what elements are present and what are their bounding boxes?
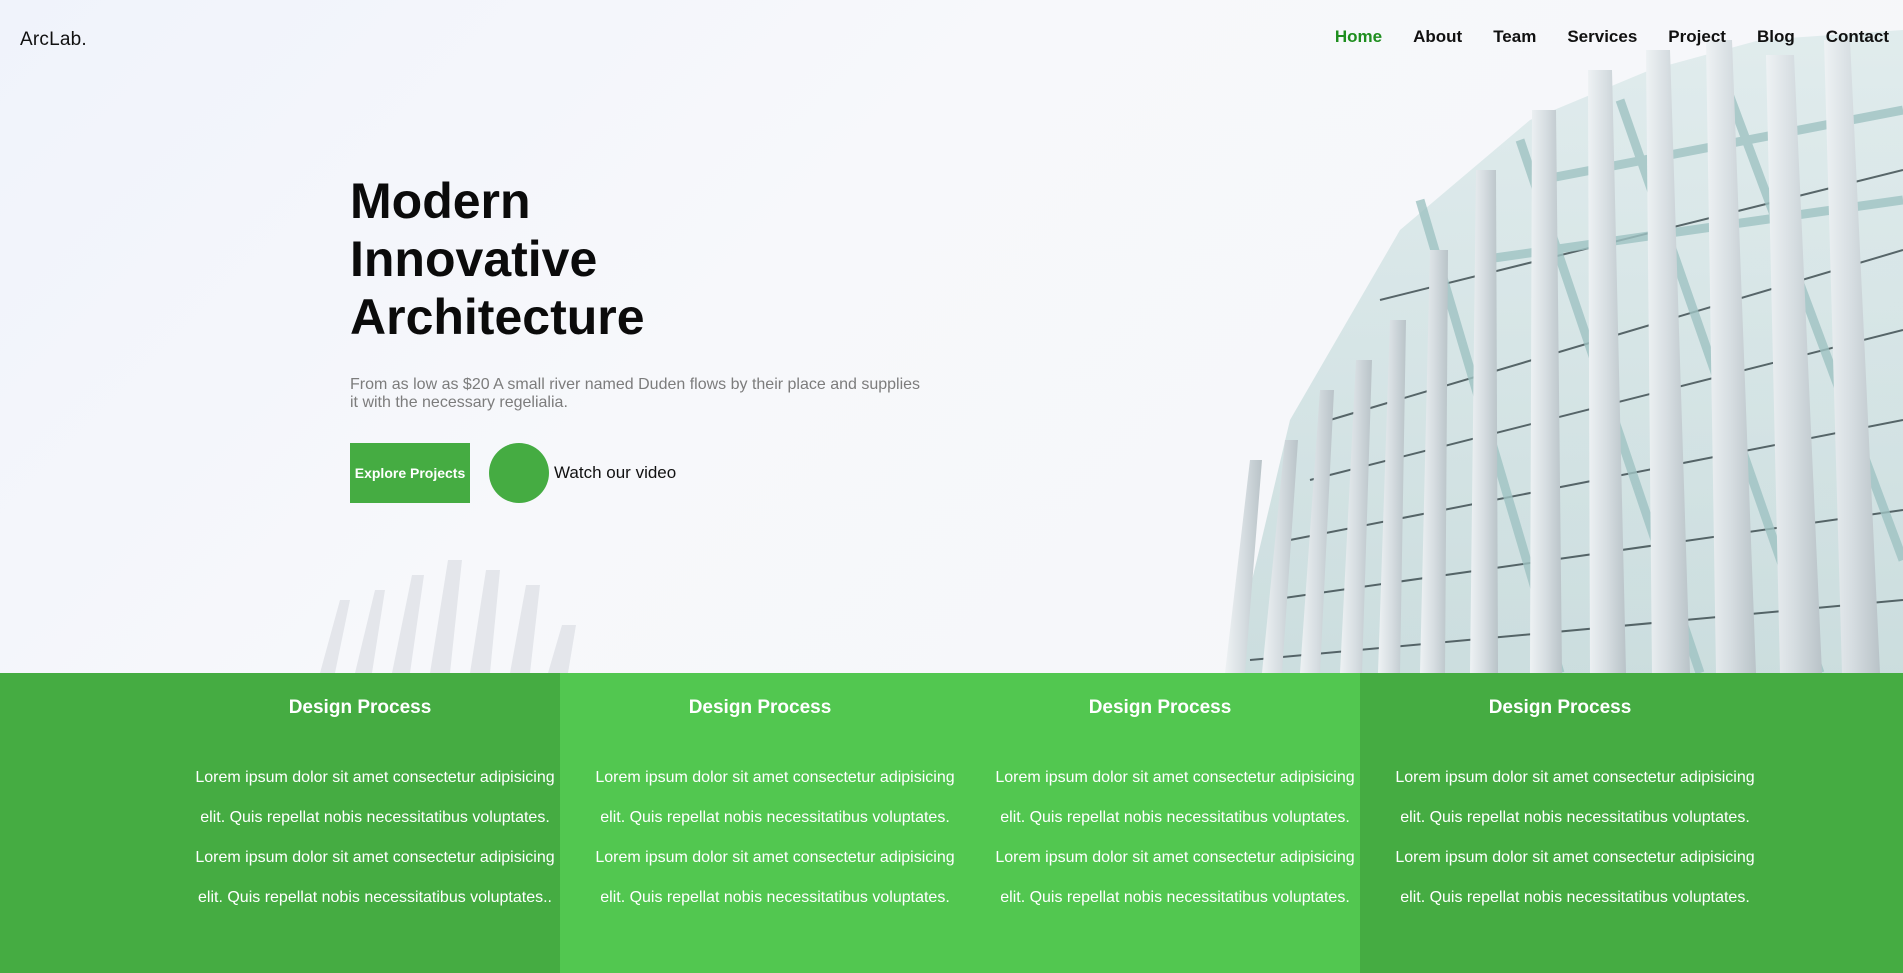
architecture-background-image: [320, 30, 1903, 673]
feature-text: Lorem ipsum dolor sit amet consectetur a…: [195, 769, 555, 906]
hero-subtitle: From as low as $20 A small river named D…: [350, 376, 921, 411]
nav-item-home[interactable]: Home: [1335, 27, 1382, 47]
nav-item-project[interactable]: Project: [1668, 27, 1726, 47]
feature-title: Design Process: [1488, 697, 1632, 718]
feature-text: Lorem ipsum dolor sit amet consectetur a…: [1395, 769, 1755, 906]
nav-item-services[interactable]: Services: [1567, 27, 1637, 47]
feature-text: Lorem ipsum dolor sit amet consectetur a…: [995, 769, 1355, 906]
feature-title: Design Process: [1088, 697, 1232, 718]
explore-projects-button[interactable]: Explore Projects: [350, 443, 470, 503]
main-nav: Home About Team Services Project Blog Co…: [1304, 27, 1889, 47]
feature-card: Design Process Lorem ipsum dolor sit ame…: [1360, 673, 1903, 973]
feature-card: Design Process Lorem ipsum dolor sit ame…: [0, 673, 560, 973]
nav-item-contact[interactable]: Contact: [1826, 27, 1889, 47]
nav-item-team[interactable]: Team: [1493, 27, 1536, 47]
brand-logo[interactable]: ArcLab.: [20, 29, 87, 51]
hero-title-line: Modern: [350, 173, 531, 229]
nav-item-about[interactable]: About: [1413, 27, 1462, 47]
features-section: Design Process Lorem ipsum dolor sit ame…: [0, 673, 1903, 973]
feature-title: Design Process: [688, 697, 832, 718]
nav-item-blog[interactable]: Blog: [1757, 27, 1795, 47]
hero-title: Modern Innovative Architecture: [350, 172, 770, 346]
watch-video-link[interactable]: Watch our video: [554, 463, 676, 483]
feature-text: Lorem ipsum dolor sit amet consectetur a…: [595, 769, 955, 906]
hero-title-line: Architecture: [350, 289, 645, 345]
feature-card: Design Process Lorem ipsum dolor sit ame…: [560, 673, 1360, 973]
hero-title-line: Innovative: [350, 231, 598, 287]
play-video-button[interactable]: [489, 443, 549, 503]
hero-section: ArcLab. Home About Team Services Project…: [0, 0, 1903, 673]
